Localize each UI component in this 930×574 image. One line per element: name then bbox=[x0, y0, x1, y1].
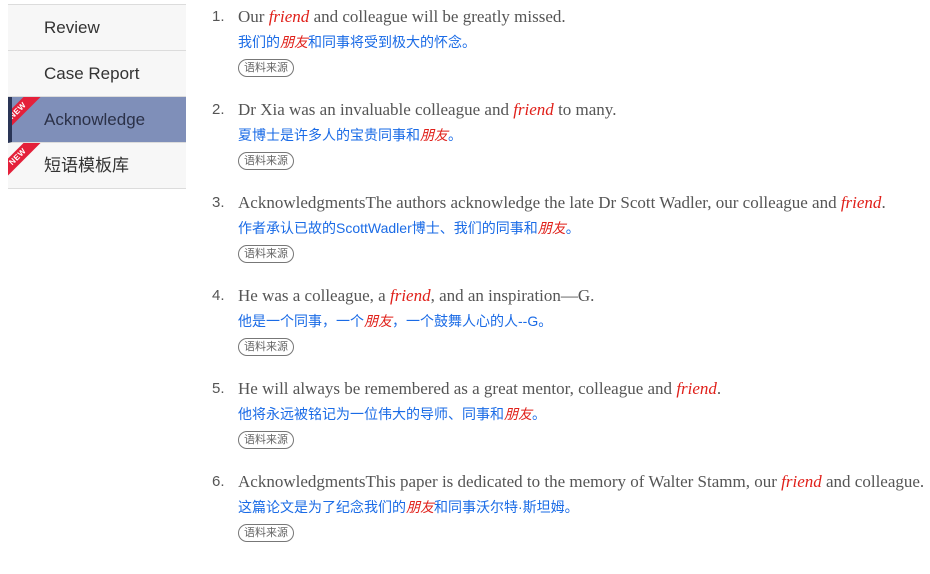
new-badge: NEW bbox=[12, 97, 44, 137]
english-sentence: AcknowledgmentsThis paper is dedicated t… bbox=[238, 471, 930, 493]
list-item: 6. AcknowledgmentsThis paper is dedicate… bbox=[212, 471, 930, 542]
chinese-translation: 我们的朋友和同事将受到极大的怀念。 bbox=[238, 31, 930, 53]
sentence-text: . bbox=[881, 193, 886, 212]
chinese-translation: 这篇论文是为了纪念我们的朋友和同事沃尔特·斯坦姆。 bbox=[238, 496, 930, 518]
item-number: 3. bbox=[212, 194, 225, 211]
sentence-text: 。 bbox=[448, 127, 462, 143]
sentence-text: Dr Xia was an invaluable colleague and bbox=[238, 100, 514, 119]
english-sentence: AcknowledgmentsThe authors acknowledge t… bbox=[238, 192, 930, 214]
sentence-text: 。 bbox=[532, 406, 546, 422]
sentence-text: 这篇论文是为了纪念我们的 bbox=[238, 499, 406, 515]
english-sentence: He was a colleague, a friend, and an ins… bbox=[238, 285, 930, 307]
sidebar-item-label: Case Report bbox=[44, 64, 140, 83]
keyword-highlight: 朋友 bbox=[537, 220, 566, 236]
sentence-text: 。 bbox=[565, 220, 580, 236]
sidebar-item-phrase-templates[interactable]: NEW 短语模板库 bbox=[8, 143, 186, 189]
chinese-translation: 他是一个同事，一个朋友，一个鼓舞人心的人--G。 bbox=[238, 310, 930, 332]
sentence-text: 我们的 bbox=[238, 34, 280, 50]
item-number: 4. bbox=[212, 287, 225, 304]
keyword-highlight: 朋友 bbox=[420, 127, 448, 143]
sentence-text: 和同事将受到极大的怀念。 bbox=[308, 34, 476, 50]
sentence-text: , and an inspiration—G. bbox=[430, 286, 595, 305]
sentence-text: He will always be remembered as a great … bbox=[238, 379, 677, 398]
sidebar-item-acknowledge[interactable]: NEW Acknowledge bbox=[8, 97, 186, 143]
sidebar-item-label: 短语模板库 bbox=[44, 156, 129, 175]
sidebar-item-label: Review bbox=[44, 18, 100, 37]
item-number: 2. bbox=[212, 101, 225, 118]
corpus-source-button[interactable]: 语料来源 bbox=[238, 524, 294, 542]
english-sentence: Our friend and colleague will be greatly… bbox=[238, 6, 930, 28]
corpus-source-button[interactable]: 语料来源 bbox=[238, 152, 294, 170]
chinese-translation: 夏博士是许多人的宝贵同事和朋友。 bbox=[238, 124, 930, 146]
english-sentence: He will always be remembered as a great … bbox=[238, 378, 930, 400]
keyword-highlight: 朋友 bbox=[364, 313, 392, 329]
chinese-translation: 作者承认已故的ScottWadler博士、我们的同事和朋友。 bbox=[238, 217, 930, 239]
new-badge: NEW bbox=[8, 143, 44, 183]
item-number: 1. bbox=[212, 8, 225, 25]
chinese-translation: 他将永远被铭记为一位伟大的导师、同事和朋友。 bbox=[238, 403, 930, 425]
item-number: 5. bbox=[212, 380, 225, 397]
keyword-highlight: friend bbox=[840, 193, 882, 212]
sentence-text: 和同事沃尔特·斯坦姆。 bbox=[434, 499, 579, 515]
list-item: 1. Our friend and colleague will be grea… bbox=[212, 6, 930, 77]
sentence-text: 作者承认已故的ScottWadler博士、我们的同事和 bbox=[238, 220, 538, 236]
keyword-highlight: friend bbox=[513, 100, 554, 119]
sentence-text: ，一个鼓舞人心的人--G。 bbox=[392, 313, 553, 329]
keyword-highlight: friend bbox=[781, 472, 822, 491]
sentence-text: 他将永远被铭记为一位伟大的导师、同事和 bbox=[238, 406, 504, 422]
list-item: 5. He will always be remembered as a gre… bbox=[212, 378, 930, 449]
list-item: 4. He was a colleague, a friend, and an … bbox=[212, 285, 930, 356]
sentence-text: and colleague. bbox=[821, 472, 925, 491]
keyword-highlight: friend bbox=[268, 7, 310, 26]
sidebar-item-review[interactable]: Review bbox=[8, 4, 186, 51]
keyword-highlight: friend bbox=[389, 286, 431, 305]
example-sentence-list: 1. Our friend and colleague will be grea… bbox=[212, 6, 930, 564]
english-sentence: Dr Xia was an invaluable colleague and f… bbox=[238, 99, 930, 121]
corpus-source-button[interactable]: 语料来源 bbox=[238, 431, 294, 449]
corpus-source-button[interactable]: 语料来源 bbox=[238, 338, 294, 356]
list-item: 2. Dr Xia was an invaluable colleague an… bbox=[212, 99, 930, 170]
sentence-text: to many. bbox=[553, 100, 617, 119]
corpus-source-button[interactable]: 语料来源 bbox=[238, 245, 294, 263]
corpus-source-button[interactable]: 语料来源 bbox=[238, 59, 294, 77]
sentence-text: Our bbox=[238, 7, 269, 26]
sentence-text: . bbox=[716, 379, 722, 398]
sidebar-item-label: Acknowledge bbox=[44, 110, 146, 129]
list-item: 3. AcknowledgmentsThe authors acknowledg… bbox=[212, 192, 930, 263]
sentence-text: and colleague will be greatly missed. bbox=[309, 7, 566, 26]
item-number: 6. bbox=[212, 473, 225, 490]
keyword-highlight: 朋友 bbox=[504, 406, 532, 422]
sidebar-nav: Review Case Report NEW Acknowledge NEW 短… bbox=[8, 0, 186, 189]
sentence-text: He was a colleague, a bbox=[238, 286, 390, 305]
sentence-text: 他是一个同事，一个 bbox=[238, 313, 364, 329]
sentence-text: AcknowledgmentsThe authors acknowledge t… bbox=[238, 193, 841, 212]
sentence-text: AcknowledgmentsThis paper is dedicated t… bbox=[238, 472, 782, 491]
keyword-highlight: 朋友 bbox=[280, 34, 308, 50]
sidebar-item-case-report[interactable]: Case Report bbox=[8, 51, 186, 97]
keyword-highlight: friend bbox=[676, 379, 717, 398]
keyword-highlight: 朋友 bbox=[406, 499, 434, 515]
sentence-text: 夏博士是许多人的宝贵同事和 bbox=[238, 127, 420, 143]
